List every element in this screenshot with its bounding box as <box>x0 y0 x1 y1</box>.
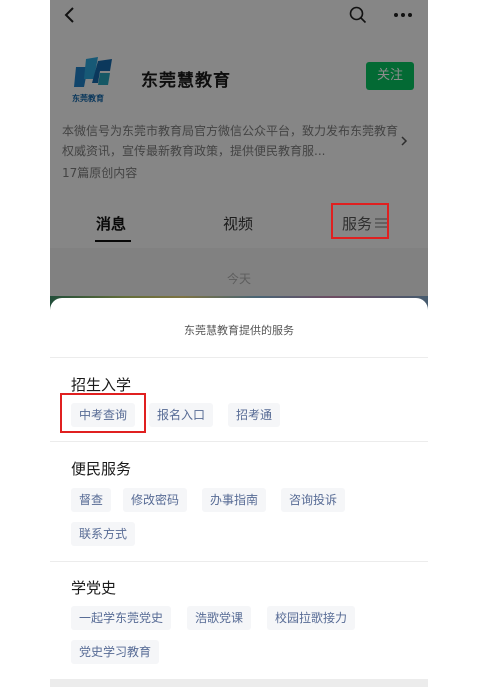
service-sheet: 东莞慧教育提供的服务 招生入学 中考查询 报名入口 招考通 便民服务 督查 修改… <box>50 298 428 687</box>
service-chip-dongguan-history[interactable]: 一起学东莞党史 <box>71 606 172 630</box>
dim-overlay[interactable] <box>50 0 428 310</box>
section-title-enrollment: 招生入学 <box>71 376 132 394</box>
sheet-title: 东莞慧教育提供的服务 <box>184 324 294 337</box>
highlight-exam-query <box>60 393 146 433</box>
phone-screen: 东莞教育 东莞慧教育 关注 本微信号为东莞市教育局官方微信公众平台，致力发布东莞… <box>50 0 428 687</box>
highlight-service-tab <box>331 203 389 239</box>
section-title-party-history: 学党史 <box>71 579 117 597</box>
service-chip-supervision[interactable]: 督查 <box>71 488 112 512</box>
divider <box>50 441 428 442</box>
divider <box>50 357 428 358</box>
divider <box>50 561 428 562</box>
service-chip-song-relay[interactable]: 校园拉歌接力 <box>267 606 356 630</box>
service-chip-party-lessons[interactable]: 浩歌党课 <box>187 606 252 630</box>
service-chip-history-study[interactable]: 党史学习教育 <box>71 640 160 664</box>
service-chip-guide[interactable]: 办事指南 <box>202 488 267 512</box>
service-chip-contact[interactable]: 联系方式 <box>71 522 136 546</box>
service-chip-registration[interactable]: 报名入口 <box>149 403 214 427</box>
service-chip-exam-pass[interactable]: 招考通 <box>228 403 281 427</box>
service-chip-complaint[interactable]: 咨询投诉 <box>281 488 346 512</box>
section-title-public-services: 便民服务 <box>71 460 132 478</box>
service-chip-change-password[interactable]: 修改密码 <box>123 488 188 512</box>
sheet-bottom-bar <box>50 679 428 687</box>
